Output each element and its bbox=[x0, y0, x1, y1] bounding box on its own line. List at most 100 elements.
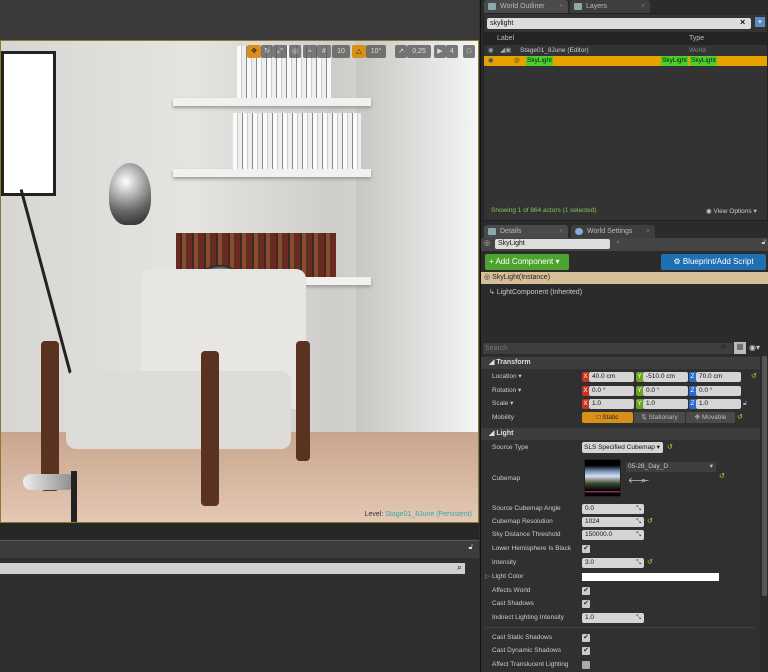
component-row[interactable]: ↳ LightComponent (Inherited) bbox=[489, 287, 582, 299]
intensity-input[interactable]: 3.0 ⤡ bbox=[582, 558, 644, 568]
location-x-input[interactable]: 40.0 cm bbox=[589, 372, 634, 382]
reset-icon[interactable]: ↺ bbox=[667, 442, 673, 454]
spin-icon[interactable]: ⤡ bbox=[636, 517, 641, 527]
scale-tool-icon[interactable]: ⤢ bbox=[273, 45, 287, 58]
add-component-button[interactable]: + Add Component ▾ bbox=[485, 254, 569, 270]
search-icon[interactable]: ⌕ bbox=[721, 341, 727, 352]
translate-tool-icon[interactable]: ✥ bbox=[247, 45, 261, 58]
spin-icon[interactable]: ⤡ bbox=[636, 504, 641, 514]
surface-snap-icon[interactable]: ⌁ bbox=[303, 45, 317, 58]
lock-icon[interactable]: 🔓︎ bbox=[743, 398, 747, 410]
source-type-dropdown[interactable]: SLS Specified Cubemap ▾ bbox=[582, 442, 663, 453]
cast-dynamic-shadows-checkbox[interactable]: ✔ bbox=[582, 647, 590, 655]
rotate-snap-icon[interactable]: △ bbox=[352, 45, 366, 58]
spin-icon[interactable]: ⤡ bbox=[636, 613, 641, 623]
rotation-x-input[interactable]: 0.0 ° bbox=[589, 386, 634, 396]
use-selected-arrow-icon[interactable]: 🡐 bbox=[628, 475, 649, 487]
browse-search-icon[interactable]: ⌕ bbox=[641, 474, 646, 486]
eye-icon[interactable]: ◉▾ bbox=[749, 343, 760, 352]
tab-layers[interactable]: Layers × bbox=[570, 0, 650, 13]
grid-snap-value[interactable]: 10 bbox=[332, 45, 350, 58]
z-axis-icon: Z bbox=[689, 386, 696, 396]
outliner-row-selected[interactable]: ◉ ◎ SkyLight SkyLight SkyLight bbox=[484, 56, 767, 66]
reset-icon[interactable]: ↺ bbox=[647, 516, 653, 528]
cubemap-resolution-input[interactable]: 1024 ⤡ bbox=[582, 517, 644, 527]
light-bulb-icon[interactable] bbox=[109, 163, 151, 225]
reset-icon[interactable]: ↺ bbox=[737, 412, 743, 424]
outliner-row[interactable]: ◉ ◢▣ Stage01_8June (Editor) World bbox=[484, 46, 767, 56]
tab-world-settings[interactable]: World Settings × bbox=[571, 225, 655, 238]
scale-y-input[interactable]: 1.0 bbox=[643, 399, 688, 409]
scale-label[interactable]: Scale ▾ bbox=[492, 398, 513, 410]
add-folder-icon[interactable]: + bbox=[755, 17, 765, 27]
world-local-icon[interactable]: ◎ bbox=[289, 45, 301, 58]
close-icon[interactable]: × bbox=[559, 0, 563, 13]
level-viewport[interactable]: ✥ ↻ ⤢ ◎ ⌁ # 10 △ 10° ↗ 0.25 ▶ 4 □ Level:… bbox=[0, 40, 479, 523]
column-type[interactable]: Type bbox=[689, 32, 704, 45]
details-scrollbar[interactable] bbox=[762, 356, 767, 596]
category-transform[interactable]: ◢ Transform bbox=[481, 357, 760, 369]
rotate-tool-icon[interactable]: ↻ bbox=[261, 45, 273, 58]
affects-world-checkbox[interactable]: ✔ bbox=[582, 587, 590, 595]
rotation-label[interactable]: Rotation ▾ bbox=[492, 385, 521, 397]
source-cubemap-angle-input[interactable]: 0.0 ⤡ bbox=[582, 504, 644, 514]
outliner-search-input[interactable]: skylight bbox=[487, 18, 751, 29]
armchair-leg bbox=[41, 341, 59, 491]
maximize-icon[interactable]: □ bbox=[463, 45, 475, 58]
close-icon[interactable]: × bbox=[646, 225, 650, 238]
grid-snap-icon[interactable]: # bbox=[317, 45, 331, 58]
lock-icon[interactable]: 🔓︎ bbox=[468, 544, 473, 552]
mobility-stationary-button[interactable]: ⇅ Stationary bbox=[634, 412, 685, 423]
eye-icon[interactable]: ◉ bbox=[488, 46, 494, 56]
cubemap-thumbnail[interactable] bbox=[584, 459, 621, 497]
mobility-movable-button[interactable]: ✥ Movable bbox=[686, 412, 735, 423]
reset-icon[interactable]: ↺ bbox=[647, 557, 653, 569]
eye-icon[interactable]: ◉ bbox=[488, 56, 494, 66]
lock-icon[interactable]: 🔓︎ bbox=[761, 239, 766, 247]
details-search-input[interactable]: Search bbox=[483, 343, 733, 354]
blueprint-add-script-button[interactable]: ⚙ Blueprint/Add Script bbox=[661, 254, 766, 270]
location-z-input[interactable]: 70.0 cm bbox=[696, 372, 741, 382]
spin-icon[interactable]: ⤡ bbox=[636, 558, 641, 568]
spin-icon[interactable]: ⤡ bbox=[636, 530, 641, 540]
column-label[interactable]: Label bbox=[497, 32, 514, 45]
scale-z-input[interactable]: 1.0 bbox=[696, 399, 741, 409]
location-y-input[interactable]: -510.0 cm bbox=[643, 372, 688, 382]
light-color-swatch[interactable] bbox=[582, 573, 719, 581]
grid-view-icon[interactable]: ▦ bbox=[734, 342, 746, 354]
content-search-input[interactable]: ⌕ bbox=[0, 562, 465, 574]
close-icon[interactable]: × bbox=[559, 225, 563, 238]
reset-icon[interactable]: ↺ bbox=[719, 471, 725, 483]
spotlight-icon[interactable] bbox=[23, 474, 75, 490]
cast-shadows-checkbox[interactable]: ✔ bbox=[582, 600, 590, 608]
scale-snap-icon[interactable]: ↗ bbox=[395, 45, 407, 58]
mobility-static-button[interactable]: □ Static bbox=[582, 412, 633, 423]
location-label[interactable]: Location ▾ bbox=[492, 371, 522, 383]
indirect-lighting-input[interactable]: 1.0 ⤡ bbox=[582, 613, 644, 623]
camera-speed-value[interactable]: 4 bbox=[446, 45, 458, 58]
tab-details[interactable]: Details × bbox=[484, 225, 568, 238]
cast-static-shadows-checkbox[interactable]: ✔ bbox=[582, 634, 590, 642]
tab-world-outliner[interactable]: World Outliner × bbox=[484, 0, 568, 13]
books bbox=[233, 113, 361, 169]
component-instance-row[interactable]: ◎ SkyLight(Instance) bbox=[481, 272, 768, 284]
reset-icon[interactable]: ↺ bbox=[751, 371, 757, 383]
scale-x-input[interactable]: 1.0 bbox=[589, 399, 634, 409]
rotation-z-input[interactable]: 0.0 ° bbox=[696, 386, 741, 396]
lower-hemisphere-checkbox[interactable]: ✔ bbox=[582, 545, 590, 553]
clear-search-icon[interactable]: × bbox=[740, 17, 745, 27]
category-light[interactable]: ◢ Light bbox=[481, 428, 760, 440]
view-options-button[interactable]: ◉ View Options ▾ bbox=[706, 207, 757, 215]
field-value: 3.0 bbox=[585, 559, 595, 566]
actor-name-input[interactable]: SkyLight bbox=[495, 239, 610, 249]
sky-distance-threshold-input[interactable]: 150000.0 ⤡ bbox=[582, 530, 644, 540]
rotation-y-input[interactable]: 0.0 ° bbox=[643, 386, 688, 396]
camera-speed-icon[interactable]: ▶ bbox=[434, 45, 446, 58]
expand-arrow-icon[interactable]: ▷ bbox=[485, 571, 490, 583]
search-icon[interactable]: ⌕ bbox=[457, 562, 462, 573]
rotate-snap-value[interactable]: 10° bbox=[366, 45, 386, 58]
cubemap-asset-dropdown[interactable]: 05-28_Day_D ▾ bbox=[626, 462, 716, 472]
scale-snap-value[interactable]: 0.25 bbox=[407, 45, 431, 58]
affect-translucent-checkbox[interactable]: ✔ bbox=[582, 661, 590, 669]
close-icon[interactable]: × bbox=[641, 0, 645, 13]
